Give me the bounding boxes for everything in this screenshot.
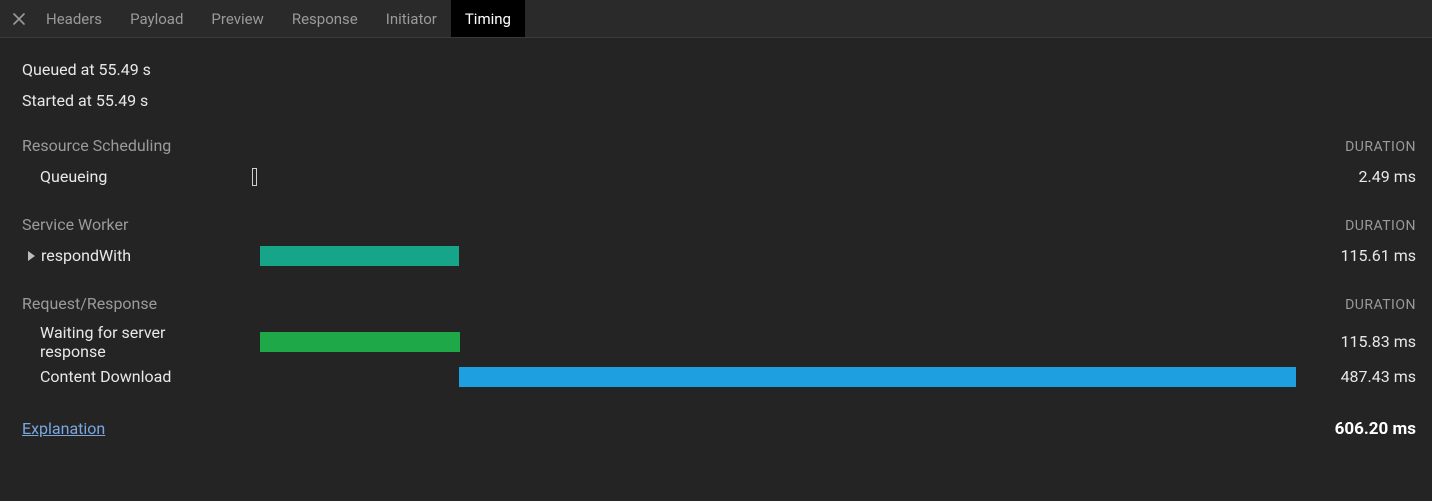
duration-heading: DURATION <box>1345 139 1416 155</box>
timing-row: Queueing 2.49 ms <box>22 163 1416 191</box>
started-at-text: Started at 55.49 s <box>22 91 1416 112</box>
section-title: Request/Response <box>22 294 157 313</box>
timing-section: Resource Scheduling DURATION Queueing 2.49 … <box>22 136 1416 191</box>
timing-bar <box>260 332 459 352</box>
tab-headers[interactable]: Headers <box>32 0 116 37</box>
timing-bar-track <box>252 367 1296 387</box>
tabstrip: HeadersPayloadPreviewResponseInitiatorTi… <box>0 0 1432 38</box>
tab-initiator[interactable]: Initiator <box>372 0 451 37</box>
close-icon[interactable] <box>6 0 32 37</box>
timing-row-label: Content Download <box>22 367 252 386</box>
total-duration: 606.20 ms <box>1335 419 1416 439</box>
timing-row-value: 487.43 ms <box>1296 367 1416 386</box>
timing-panel: Queued at 55.49 s Started at 55.49 s Res… <box>0 38 1432 449</box>
timing-row-value: 2.49 ms <box>1296 167 1416 186</box>
timing-row-label: Queueing <box>22 167 252 186</box>
timing-bar <box>459 367 1296 387</box>
explanation-link[interactable]: Explanation <box>22 419 105 438</box>
timing-row-value: 115.83 ms <box>1296 332 1416 351</box>
timing-bar-track <box>252 332 1296 352</box>
timing-row: Content Download 487.43 ms <box>22 363 1416 391</box>
timing-row-label-text: Content Download <box>40 367 171 386</box>
timing-row-label[interactable]: respondWith <box>22 246 252 265</box>
tab-preview[interactable]: Preview <box>197 0 277 37</box>
timing-section: Request/Response DURATION Waiting for serv… <box>22 294 1416 391</box>
section-header: Service Worker DURATION <box>22 215 1416 234</box>
tab-payload[interactable]: Payload <box>116 0 197 37</box>
timing-row: respondWith 115.61 ms <box>22 242 1416 270</box>
tab-response[interactable]: Response <box>278 0 372 37</box>
timing-row-value: 115.61 ms <box>1296 246 1416 265</box>
section-header: Request/Response DURATION <box>22 294 1416 313</box>
duration-heading: DURATION <box>1345 297 1416 313</box>
timing-row: Waiting for server response 115.83 ms <box>22 321 1416 363</box>
section-title: Resource Scheduling <box>22 136 171 155</box>
disclosure-triangle-icon[interactable] <box>28 251 35 261</box>
queued-at-text: Queued at 55.49 s <box>22 60 1416 81</box>
tab-timing[interactable]: Timing <box>451 0 525 37</box>
timing-row-label-text: respondWith <box>41 246 131 265</box>
timing-row-label-text: Waiting for server response <box>40 323 232 361</box>
section-title: Service Worker <box>22 215 128 234</box>
timing-row-label-text: Queueing <box>40 167 107 186</box>
section-header: Resource Scheduling DURATION <box>22 136 1416 155</box>
timing-bar <box>252 168 257 186</box>
timing-section: Service Worker DURATION respondWith 115.61 … <box>22 215 1416 270</box>
timing-footer: Explanation 606.20 ms <box>22 419 1416 439</box>
timing-bar <box>260 246 458 266</box>
timing-bar-track <box>252 167 1296 187</box>
timing-row-label: Waiting for server response <box>22 323 252 361</box>
timing-bar-track <box>252 246 1296 266</box>
duration-heading: DURATION <box>1345 218 1416 234</box>
